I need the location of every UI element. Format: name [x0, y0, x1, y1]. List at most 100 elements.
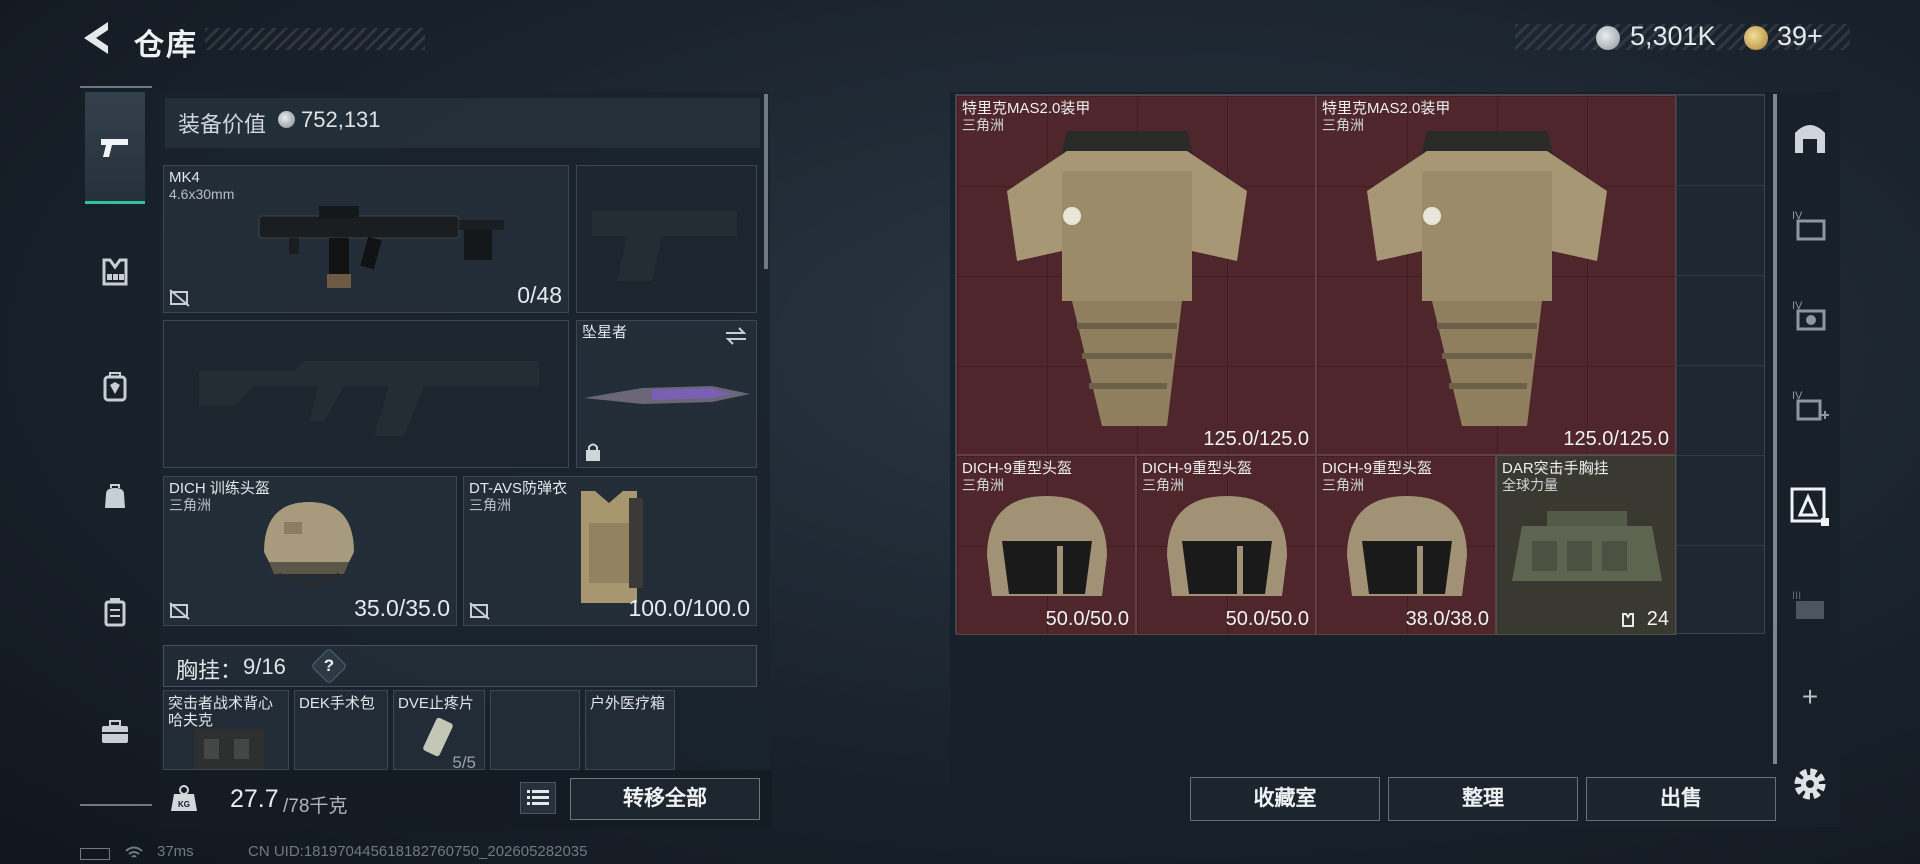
item-name: DICH-9重型头盔: [962, 460, 1073, 477]
ticket-coin-icon: [1744, 26, 1768, 50]
stash-item-helmet[interactable]: DICH-9重型头盔 三角洲 50.0/50.0: [956, 455, 1136, 635]
stash-camera-icon: IV: [1792, 300, 1826, 331]
melee-slot[interactable]: 坠星者: [576, 320, 757, 468]
heavy-helmet-image: [987, 496, 1107, 596]
item-durability: 50.0/50.0: [1045, 608, 1129, 630]
stash-item-armor[interactable]: 特里克MAS2.0装甲 三角洲 125.0/125.0: [1316, 95, 1676, 455]
heavy-armor-image: [1367, 131, 1607, 426]
heavy-helmet-image: [1347, 496, 1467, 596]
rail-tab-chest-rig[interactable]: [85, 216, 145, 328]
money-coin-icon: [1596, 26, 1620, 50]
rail-tab-toolbox[interactable]: [85, 676, 145, 788]
tactical-vest-image: [194, 729, 264, 769]
stash-item-chest-rig[interactable]: DAR突击手胸挂 全球力量 24: [1496, 455, 1676, 635]
armor-slot[interactable]: DT-AVS防弹衣 三角洲 100.0/100.0: [463, 476, 757, 626]
weight-icon: KG: [171, 785, 197, 811]
weight-max: /78千克: [283, 796, 348, 817]
svg-text:III: III: [1792, 590, 1801, 602]
helmet-slot[interactable]: DICH 训练头盔 三角洲 35.0/35.0: [163, 476, 457, 626]
stash-case-icon: IV: [1792, 210, 1826, 241]
stash-item-armor[interactable]: 特里克MAS2.0装甲 三角洲 125.0/125.0: [956, 95, 1316, 455]
category-rail: [80, 86, 152, 806]
stash-tab-3[interactable]: IV: [1782, 277, 1838, 357]
armor-source: 三角洲: [469, 497, 511, 513]
value-coin-icon: [278, 111, 295, 128]
wifi-icon: [125, 846, 143, 858]
helmet-image: [264, 502, 354, 585]
stash-item-helmet[interactable]: DICH-9重型头盔 三角洲 50.0/50.0: [1136, 455, 1316, 635]
stash-item-helmet[interactable]: DICH-9重型头盔 三角洲 38.0/38.0: [1316, 455, 1496, 635]
loadout-scrollbar[interactable]: [764, 94, 768, 269]
sell-button[interactable]: 出售: [1586, 777, 1776, 821]
collection-room-button[interactable]: 收藏室: [1190, 777, 1380, 821]
secondary-weapon-slot-empty[interactable]: [163, 320, 569, 468]
stash-tab-home[interactable]: [1782, 97, 1838, 177]
ticket-amount[interactable]: 39+: [1777, 21, 1823, 52]
rail-tab-backpack[interactable]: [85, 331, 145, 443]
case-icon: [104, 598, 126, 627]
no-insurance-icon: [169, 602, 190, 620]
title-stripe-decoration: [205, 28, 425, 50]
money-amount: 5,301K: [1630, 21, 1716, 51]
item-durability: 125.0/125.0: [1203, 428, 1309, 450]
equipment-value-label: 装备价值: [178, 112, 267, 137]
sort-button[interactable]: 整理: [1388, 777, 1578, 821]
back-arrow-icon[interactable]: [78, 18, 114, 58]
battery-icon: [80, 848, 110, 860]
sidearm-slot-empty[interactable]: [576, 165, 757, 313]
item-durability: 125.0/125.0: [1563, 428, 1669, 450]
add-stash-button[interactable]: +: [1782, 657, 1838, 737]
transfer-all-button[interactable]: 转移全部: [570, 778, 760, 820]
armor-durability: 100.0/100.0: [628, 595, 750, 621]
item-name: DICH-9重型头盔: [1142, 460, 1253, 477]
helmet-durability: 35.0/35.0: [354, 595, 450, 621]
list-icon: [527, 790, 549, 805]
pocket-item-name: 户外医疗箱: [590, 695, 666, 712]
pocket-item[interactable]: 户外医疗箱: [585, 690, 675, 770]
pocket-item-name: DEK手术包: [299, 695, 375, 712]
stash-tab-6[interactable]: III: [1782, 567, 1838, 647]
melee-name: 坠星者: [582, 324, 628, 341]
swap-icon[interactable]: [724, 327, 748, 345]
pocket-item[interactable]: 突击者战术背心 哈夫克: [163, 690, 289, 770]
item-source: 全球力量: [1502, 477, 1558, 493]
weight-current: 27.7: [230, 785, 279, 813]
stash-locked-icon: III: [1792, 590, 1824, 619]
stash-tab-4[interactable]: IV: [1782, 367, 1838, 447]
list-view-button[interactable]: [520, 782, 556, 814]
knife-image: [584, 386, 750, 404]
pocket-slot-empty[interactable]: [490, 690, 580, 770]
uid-text: CN UID:18197044561818276075​0_2026052820…: [248, 843, 588, 860]
ping-text: 37ms: [157, 843, 194, 860]
item-name: DAR突击手胸挂: [1502, 460, 1609, 477]
vest-image: [581, 491, 643, 603]
stash-grid: 特里克MAS2.0装甲 三角洲 125.0/125.0 特里克MAS2.0装甲 …: [955, 94, 1765, 635]
equipment-value: 752,131: [301, 107, 381, 132]
chest-rig-label: 胸挂：: [176, 658, 243, 683]
rail-divider: [80, 804, 152, 806]
gear-icon[interactable]: [1790, 764, 1830, 804]
capacity-icon: [1622, 613, 1634, 627]
bag-icon: [105, 484, 125, 508]
stash-armor-icon: [1790, 487, 1829, 526]
heavy-armor-image: [1007, 131, 1247, 426]
chest-rig-image: [1512, 511, 1662, 581]
stash-tab-2[interactable]: IV: [1782, 187, 1838, 267]
primary-weapon-slot[interactable]: MK4 4.6x30mm 0/48: [163, 165, 569, 313]
heavy-helmet-image: [1167, 496, 1287, 596]
item-durability: 50.0/50.0: [1225, 608, 1309, 630]
pistol-icon: [101, 138, 128, 157]
item-name: DICH-9重型头盔: [1322, 460, 1433, 477]
pocket-item[interactable]: DEK手术包: [294, 690, 388, 770]
rail-tab-bag[interactable]: [85, 441, 145, 553]
no-insurance-icon: [469, 602, 490, 620]
helmet-source: 三角洲: [169, 497, 211, 513]
stash-tab-5[interactable]: [1782, 467, 1838, 547]
chest-rig-icon: [102, 258, 128, 286]
rail-tab-weapons[interactable]: [85, 92, 145, 204]
pocket-item[interactable]: DVE止疼片 5/5: [393, 690, 485, 770]
rail-divider: [80, 86, 152, 88]
pistol-silhouette-icon: [592, 211, 737, 281]
stash-scrollbar[interactable]: [1773, 94, 1777, 764]
rail-tab-case[interactable]: [85, 556, 145, 668]
